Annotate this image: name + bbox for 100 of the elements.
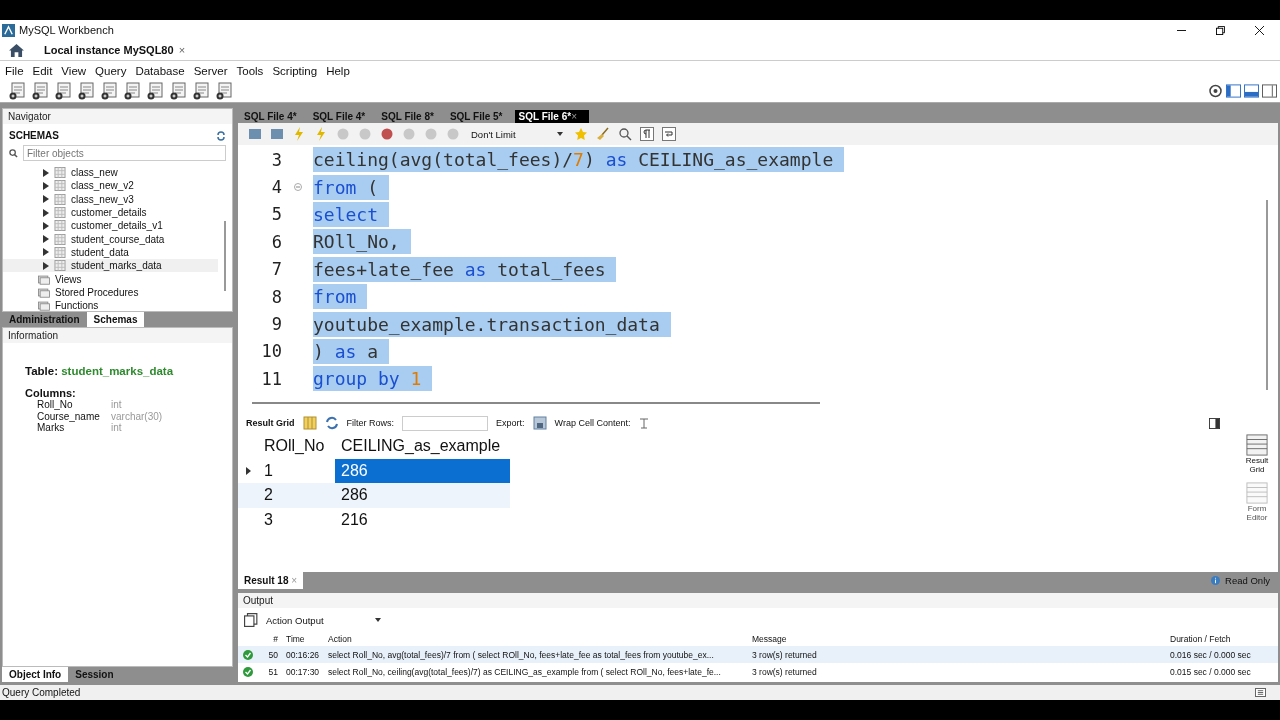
table-cell[interactable]: 3 <box>258 507 335 532</box>
table-icon <box>54 167 66 179</box>
grid-icon <box>1246 482 1268 504</box>
menu-item[interactable]: Help <box>326 64 350 77</box>
panel-tab[interactable]: Schemas <box>86 312 145 327</box>
output-mode-dropdown[interactable]: Action Output <box>266 614 381 626</box>
result-tab[interactable]: Result 18 × <box>238 572 304 589</box>
column-type: int <box>111 422 122 434</box>
menu-item[interactable]: File <box>5 64 24 77</box>
menu-item[interactable]: Database <box>135 64 185 77</box>
table-icon <box>54 260 66 272</box>
read-only-label: Read Only <box>1225 575 1270 586</box>
line-number: 10 <box>260 341 282 362</box>
tree-item[interactable]: class_new_v2 <box>3 179 218 193</box>
column-header[interactable]: # <box>258 634 286 644</box>
editor-tab[interactable]: SQL File 5* <box>445 110 515 123</box>
tree-item[interactable]: customer_details <box>3 205 218 220</box>
line-number: 5 <box>270 204 282 225</box>
table-name: student_marks_data <box>61 365 174 377</box>
table-cell[interactable]: 286 <box>335 483 510 508</box>
column-name: Roll_No <box>37 399 74 411</box>
caret-icon <box>557 132 563 136</box>
column-type: int <box>111 399 122 411</box>
filter-rows-field[interactable] <box>402 415 489 431</box>
table-cell[interactable]: 1 <box>258 458 335 483</box>
menu-item[interactable]: Edit <box>32 64 53 77</box>
filter-field[interactable]: Filter objects <box>23 145 226 161</box>
columns-label: Columns: <box>25 387 77 399</box>
tree-item[interactable]: student_data <box>3 245 218 260</box>
panel-title: Information <box>3 328 232 343</box>
tree-item[interactable]: student_marks_data <box>3 259 218 273</box>
column-name: Course_name <box>37 410 101 422</box>
folder-name[interactable]: Stored Procedures <box>55 286 139 298</box>
editor-tab[interactable]: SQL File 6*× <box>514 110 589 123</box>
menu-item[interactable]: Server <box>193 64 228 77</box>
broom-icon[interactable] <box>596 127 610 141</box>
output-toggle-icon[interactable] <box>1244 84 1259 98</box>
panel-tab[interactable]: Administration <box>2 312 87 327</box>
star-icon[interactable] <box>574 127 588 141</box>
menu-item[interactable]: Tools <box>236 64 264 77</box>
tree-item[interactable]: class_new_v3 <box>3 192 218 206</box>
export-label: Export: <box>496 418 525 428</box>
tree-item[interactable]: student_course_data <box>3 232 218 246</box>
column-header[interactable]: Time <box>286 634 328 644</box>
editor-tab[interactable]: SQL File 4* <box>308 110 378 123</box>
menu-item[interactable]: Query <box>95 64 127 77</box>
panel-tab[interactable]: Session <box>68 667 121 682</box>
editor-tab[interactable]: SQL File 8* <box>377 110 446 123</box>
section-title: SCHEMAS <box>9 130 59 141</box>
column-type: varchar(30) <box>111 410 163 422</box>
menu-item[interactable]: Scripting <box>272 64 318 77</box>
tree-item[interactable]: customer_details_v1 <box>3 219 218 233</box>
table-cell[interactable]: 286 <box>335 458 510 483</box>
panel-toggle-icon[interactable] <box>1262 84 1277 98</box>
panel-toggle-icon[interactable] <box>1209 417 1220 429</box>
table-cell-text: select Roll_No, avg(total_fees)/7 from ( select ROll_No, fees+late_fee as total_fees from youtube_ex... <box>328 649 715 660</box>
grid-icon <box>1246 434 1268 456</box>
table-cell-text: 50 <box>267 649 279 660</box>
sidebar-toggle-icon[interactable] <box>1226 84 1241 98</box>
window-title: MySQL Workbench <box>19 24 114 36</box>
panel-tab[interactable]: Object Info <box>2 667 69 682</box>
search-icon <box>9 148 18 158</box>
table-name: student_marks_data <box>71 260 162 272</box>
close-icon[interactable] <box>1255 25 1264 35</box>
table-cell[interactable]: 216 <box>335 507 510 532</box>
sql-file-icon[interactable] <box>9 82 27 100</box>
restore-icon[interactable] <box>1216 25 1225 35</box>
view-button[interactable]: Form Editor <box>1236 482 1278 522</box>
home-icon[interactable] <box>9 43 24 57</box>
editor-tab[interactable]: SQL File 4* <box>240 110 309 123</box>
export-icon[interactable] <box>532 416 547 430</box>
success-icon <box>243 666 253 677</box>
column-header[interactable]: Message <box>752 634 1170 644</box>
refresh-icon[interactable] <box>324 416 339 430</box>
paragraph-icon[interactable] <box>640 127 654 141</box>
tree-item[interactable]: class_new <box>3 166 218 180</box>
limit-dropdown[interactable]: Don't Limit <box>468 128 566 140</box>
table-icon <box>54 246 66 258</box>
panel-icon[interactable] <box>1255 688 1266 697</box>
column-header[interactable]: CEILING_as_example <box>335 434 510 459</box>
column-header[interactable]: Duration / Fetch <box>1170 634 1270 644</box>
table-cell-text: 00:17:30 <box>286 666 321 677</box>
menu-item[interactable]: View <box>61 64 87 77</box>
table-cell-text: 51 <box>267 666 279 677</box>
view-button[interactable]: Result Grid <box>1236 434 1278 474</box>
column-header[interactable]: ROll_No <box>258 434 335 459</box>
column-header[interactable]: Action <box>328 634 752 644</box>
folder-name[interactable]: Functions <box>55 300 99 312</box>
table-cell-text: 00:16:26 <box>286 649 321 660</box>
table-cell-text: 3 row(s) returned <box>752 649 818 660</box>
search-icon[interactable] <box>618 127 632 141</box>
table-icon <box>54 220 66 232</box>
copy-icon[interactable] <box>244 613 258 627</box>
line-number: 3 <box>270 149 282 170</box>
line-number: 6 <box>270 231 282 252</box>
folder-name[interactable]: Views <box>55 273 82 285</box>
table-cell[interactable]: 2 <box>258 483 335 508</box>
filter-label: Filter Rows: <box>346 418 395 428</box>
refresh-icon[interactable] <box>216 130 226 141</box>
table-name: class_new <box>71 167 118 179</box>
